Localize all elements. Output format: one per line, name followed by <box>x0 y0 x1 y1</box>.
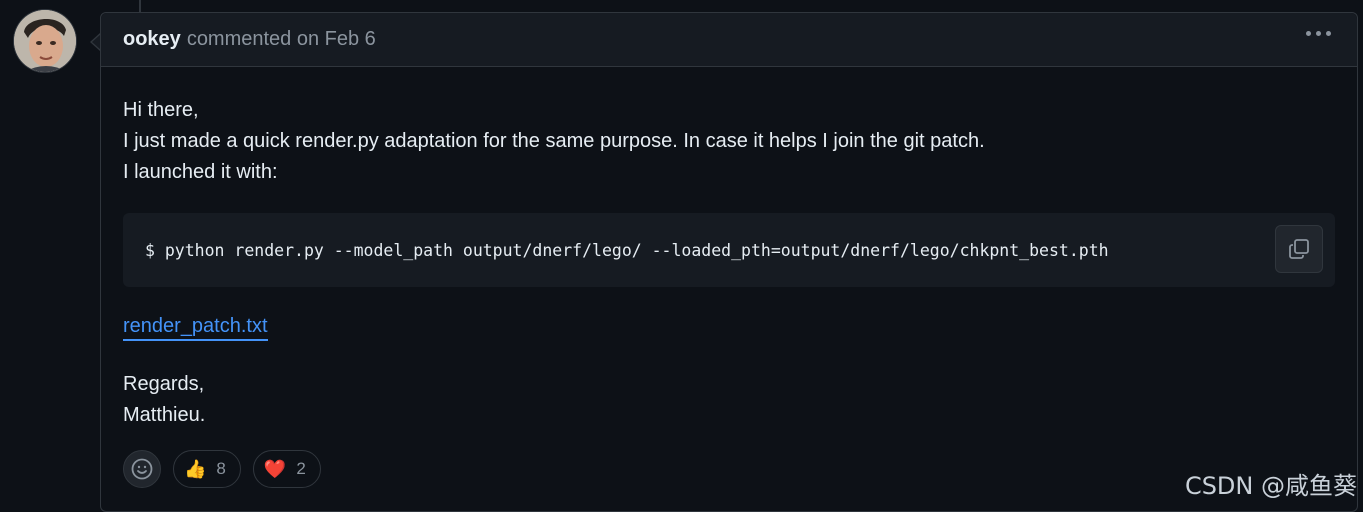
watermark: CSDN @咸鱼葵 <box>1184 472 1357 500</box>
avatar-image <box>14 10 76 72</box>
copy-button[interactable] <box>1275 225 1323 273</box>
smiley-icon <box>131 458 153 480</box>
body-line: I just made a quick render.py adaptation… <box>123 130 985 152</box>
body-line: Hi there, <box>123 99 199 121</box>
reactions-bar: 👍 8 ❤️ 2 <box>123 450 321 488</box>
reaction-thumbs-up[interactable]: 👍 8 <box>173 450 241 488</box>
avatar[interactable] <box>14 10 76 72</box>
kebab-dot <box>1326 31 1331 36</box>
code-block: $ python render.py --model_path output/d… <box>123 213 1335 287</box>
kebab-dot <box>1316 31 1321 36</box>
comment-meta[interactable]: commented on Feb 6 <box>187 28 376 51</box>
comment-header: ookey commented on Feb 6 <box>101 13 1357 67</box>
add-reaction-button[interactable] <box>123 450 161 488</box>
signature: Regards, Matthieu. <box>123 369 1335 431</box>
timeline-line <box>139 0 141 12</box>
body-line: I launched it with: <box>123 161 278 183</box>
reaction-heart[interactable]: ❤️ 2 <box>252 450 321 488</box>
reaction-count: 8 <box>216 459 226 478</box>
more-options-icon[interactable] <box>1306 31 1331 36</box>
comment-author-link[interactable]: ookey <box>123 28 181 51</box>
signature-line: Regards, <box>123 373 205 395</box>
signature-line: Matthieu. <box>123 404 206 426</box>
comment-body: Hi there, I just made a quick render.py … <box>101 67 1357 431</box>
copy-icon <box>1289 239 1309 259</box>
heart-icon: ❤️ <box>263 459 287 479</box>
code-command: $ python render.py --model_path output/d… <box>145 240 1109 260</box>
attachment-link[interactable]: render_patch.txt <box>123 313 268 341</box>
comment-box: ookey commented on Feb 6 Hi there, I jus… <box>100 12 1358 512</box>
kebab-dot <box>1306 31 1311 36</box>
reaction-count: 2 <box>296 459 306 478</box>
thumbs-up-icon: 👍 <box>184 459 207 479</box>
